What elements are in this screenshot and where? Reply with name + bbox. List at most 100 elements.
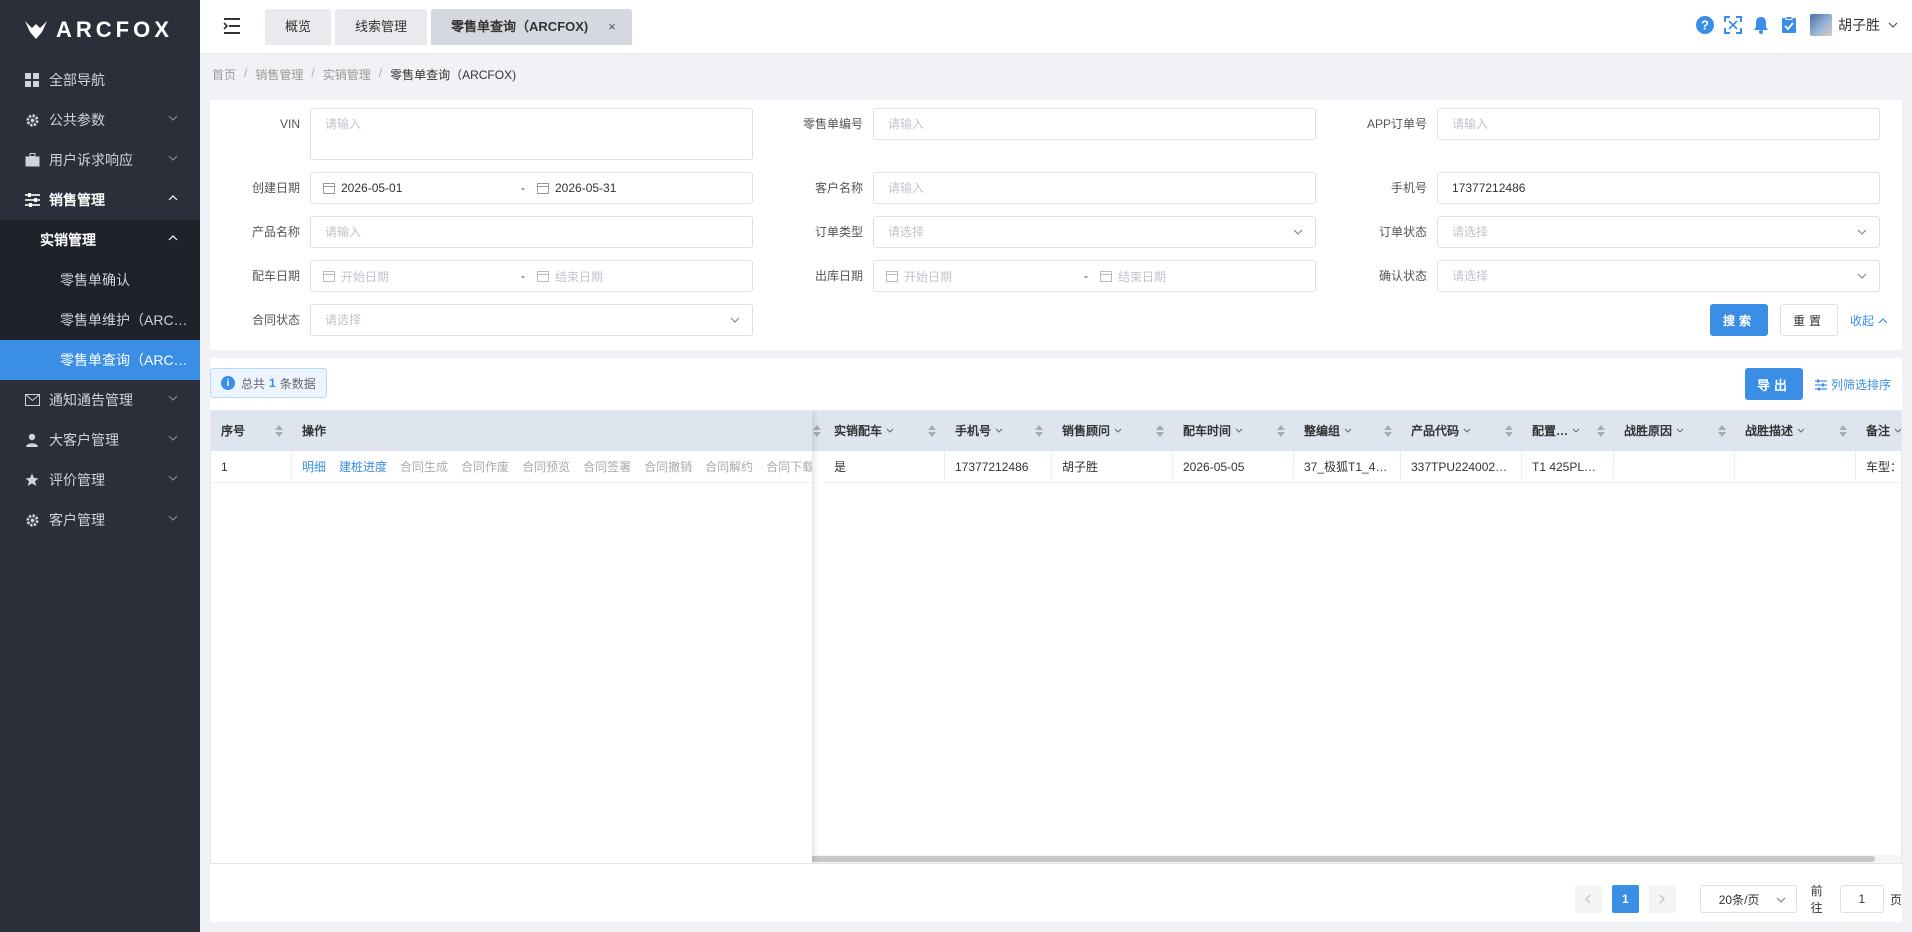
breadcrumb-item[interactable]: 实销管理 [323,66,371,83]
search-button[interactable]: 搜索 [1710,304,1768,336]
table-header-cell[interactable]: 战胜描述 [1735,411,1856,451]
order-type-select[interactable]: 请选择 [873,216,1316,248]
op-charger-progress-link[interactable]: 建桩进度 [339,451,387,482]
sort-icon[interactable] [1277,425,1285,437]
gear-icon [24,112,40,128]
brand-logo[interactable]: ARCFOX [0,0,200,60]
reset-button[interactable]: 重置 [1780,304,1838,336]
sidebar-item-user-appeal[interactable]: 用户诉求响应 [0,140,200,180]
table-cell: 337TPU224002… [1401,451,1522,483]
sidebar-item-retail-confirm[interactable]: 零售单确认 [0,260,200,300]
chevron-down-icon [1676,428,1684,433]
sort-icon[interactable] [275,425,283,437]
contract-status-select[interactable]: 请选择 [310,304,753,336]
help-icon[interactable]: ? [1694,14,1716,36]
user-icon [24,432,40,448]
app-order-input[interactable]: 请输入 [1437,108,1880,140]
table-header-cell[interactable]: 整编组 [1294,411,1401,451]
collapse-link[interactable]: 收起 [1850,312,1888,329]
sidebar-item-sales-mgmt[interactable]: 销售管理 [0,180,200,220]
prev-page-button[interactable] [1575,885,1602,913]
customer-name-input[interactable]: 请输入 [873,172,1316,204]
sidebar-item-customers[interactable]: 客户管理 [0,500,200,540]
retail-no-input[interactable]: 请输入 [873,108,1316,140]
tab-leads[interactable]: 线索管理 [335,9,428,45]
match-date-range[interactable]: 开始日期 - 结束日期 [310,260,753,292]
table-header-cell[interactable]: 备注 [1856,411,1901,451]
next-page-button[interactable] [1648,885,1676,913]
confirm-status-select[interactable]: 请选择 [1437,260,1880,292]
results-panel: i 总共 1 条数据 导出 列筛选排序 实销配车 手机号 销售顾问 配车时间 整… [210,358,1902,922]
sidebar-item-label: 销售管理 [49,192,105,208]
chevron-down-icon[interactable] [1888,20,1898,30]
chevron-right-icon [1659,894,1666,904]
scrollbar-thumb[interactable] [795,856,1875,862]
fullscreen-icon[interactable] [1722,14,1744,36]
page-number[interactable]: 1 [1611,885,1639,913]
breadcrumb-item[interactable]: 销售管理 [255,66,303,83]
filter-app-order: APP订单号 请输入 [1337,108,1880,140]
vin-input[interactable]: 请输入 [310,108,753,160]
filter-label: 出库日期 [814,269,863,283]
sort-icon[interactable] [928,425,936,437]
sidebar-item-retail-query[interactable]: 零售单查询（ARC… [0,340,200,380]
breadcrumb-current: 零售单查询（ARCFOX) [390,68,517,82]
menu-toggle-icon[interactable] [222,16,242,36]
select-placeholder: 请选择 [325,313,362,327]
sidebar-item-label: 零售单查询（ARC… [60,352,188,368]
sort-icon[interactable] [1839,425,1847,437]
sidebar-item-retail-maintain[interactable]: 零售单维护（ARC… [0,300,200,340]
export-button[interactable]: 导出 [1745,368,1803,400]
sort-icon[interactable] [1505,425,1513,437]
column-filter-link[interactable]: 列筛选排序 [1815,376,1891,393]
sidebar-item-all-nav[interactable]: 全部导航 [0,60,200,100]
out-date-range[interactable]: 开始日期 - 结束日期 [873,260,1316,292]
filter-label: 客户名称 [814,181,863,195]
sort-icon[interactable] [1384,425,1392,437]
total-count-badge: i 总共 1 条数据 [210,368,327,398]
username[interactable]: 胡子胜 [1838,15,1880,35]
avatar[interactable] [1810,14,1832,36]
op-detail-link[interactable]: 明细 [302,451,326,482]
create-date-range[interactable]: 2026-05-01 - 2026-05-31 [310,172,753,204]
chevron-down-icon [1114,428,1122,433]
sidebar-item-actual-sales[interactable]: 实销管理 [0,220,200,260]
clipboard-icon[interactable] [1778,14,1800,36]
sidebar-item-public-params[interactable]: 公共参数 [0,100,200,140]
tab-retail-query[interactable]: 零售单查询（ARCFOX) × [431,9,632,45]
filter-create-date: 创建日期 2026-05-01 - 2026-05-31 [210,172,753,204]
sort-icon[interactable] [1597,425,1605,437]
table-header-cell[interactable]: 配置… [1522,411,1614,451]
sort-icon[interactable] [813,425,821,437]
sidebar-item-evaluation[interactable]: 评价管理 [0,460,200,500]
chevron-down-icon [1776,897,1786,903]
chevron-down-icon [1572,428,1580,433]
goto-page-input[interactable]: 1 [1839,885,1884,913]
phone-input[interactable]: 17377212486 [1437,172,1880,204]
tab-overview[interactable]: 概览 [265,9,332,45]
sort-icon[interactable] [1035,425,1043,437]
op-contract-terminate-link: 合同解约 [705,460,754,474]
sort-icon[interactable] [1718,425,1726,437]
table-header-cell[interactable]: 配车时间 [1173,411,1294,451]
product-name-input[interactable]: 请输入 [310,216,753,248]
sidebar-item-key-accounts[interactable]: 大客户管理 [0,420,200,460]
table-header-cell[interactable]: 序号 [211,411,292,451]
table-header-cell[interactable]: 战胜原因 [1614,411,1735,451]
page-size-select[interactable]: 20条/页 [1699,885,1797,913]
sidebar-item-notices[interactable]: 通知通告管理 [0,380,200,420]
breadcrumb-item[interactable]: 首页 [212,66,236,83]
table-header-cell[interactable]: 销售顾问 [1052,411,1173,451]
table-header-cell[interactable]: 手机号 [945,411,1052,451]
bell-icon[interactable] [1750,14,1772,36]
order-status-select[interactable]: 请选择 [1437,216,1880,248]
table-header-cell[interactable]: 实销配车 [824,411,945,451]
submenu-sales: 实销管理 零售单确认 零售单维护（ARC… 零售单查询（ARC… [0,220,200,380]
table-header-cell[interactable]: 产品代码 [1401,411,1522,451]
chevron-up-icon [1878,317,1888,323]
chevron-down-icon [1857,229,1867,235]
chevron-down-icon [168,515,178,521]
op-contract-preview-link: 合同预览 [522,460,571,474]
sort-icon[interactable] [1156,425,1164,437]
tab-close-icon[interactable]: × [608,19,616,34]
